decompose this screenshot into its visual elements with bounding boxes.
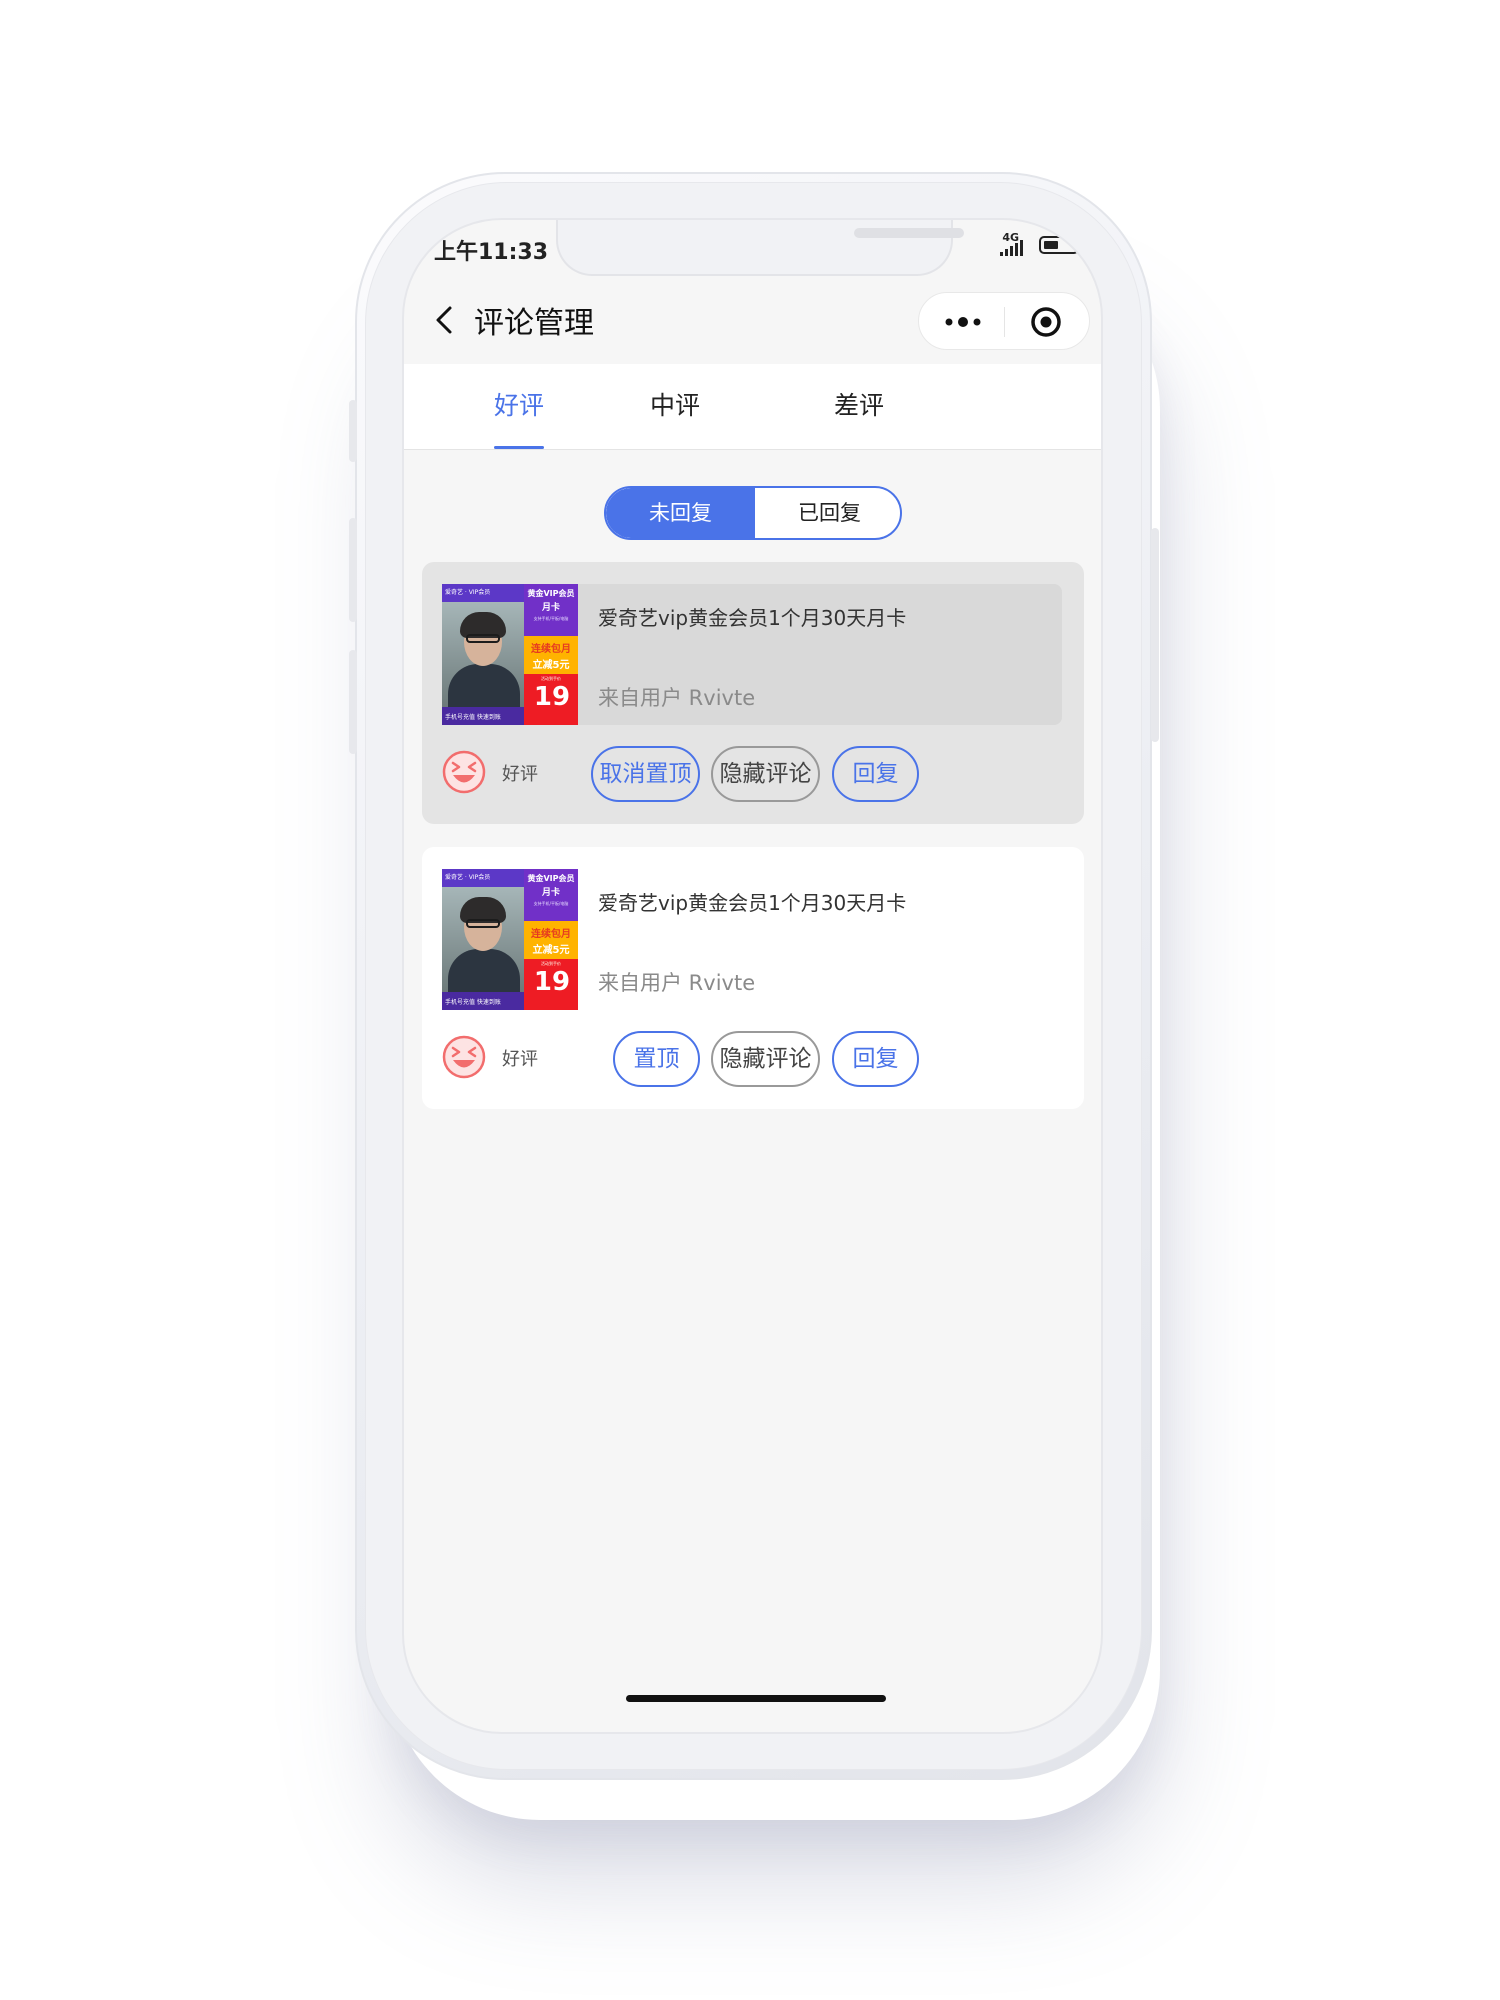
capsule-divider (1004, 307, 1005, 337)
thumb-photo (442, 602, 524, 714)
tab-good[interactable]: 好评 (459, 386, 579, 422)
thumb-deal-2: 立减5元 (532, 945, 570, 956)
side-button-volume-down (349, 650, 357, 754)
thumb-promo-title: 黄金VIP会员 (527, 874, 575, 883)
thumb-brand: 爱奇艺 · VIP会员 (445, 589, 491, 596)
home-indicator (626, 1695, 886, 1702)
segment-replied[interactable]: 已回复 (755, 488, 900, 538)
pin-button[interactable]: 置顶 (613, 1031, 700, 1087)
thumb-promo-title: 黄金VIP会员 (527, 589, 575, 598)
back-icon[interactable] (428, 302, 464, 338)
product-info[interactable]: 爱奇艺 · VIP会员 手机号充值 快速到账 黄金VIP会员 月卡 支持手机/平… (442, 584, 1062, 725)
thumb-deal-1: 连续包月 (531, 929, 571, 940)
more-icon[interactable] (941, 311, 985, 333)
close-target-icon[interactable] (1029, 305, 1063, 339)
thumb-promo-devices: 支持手机/平板/电脑 (533, 901, 569, 906)
notch (556, 220, 964, 276)
laughing-face-icon (442, 750, 486, 794)
page-title: 评论管理 (474, 306, 594, 341)
product-title: 爱奇艺vip黄金会员1个月30天月卡 (598, 606, 907, 630)
speaker (854, 228, 964, 238)
thumb-price: 19 (533, 682, 571, 712)
rating-label: 好评 (502, 1049, 538, 1070)
comment-card: 爱奇艺 · VIP会员 手机号充值 快速到账 黄金VIP会员 月卡 支持手机/平… (422, 562, 1084, 824)
tab-active-indicator (494, 446, 544, 449)
comment-user: 来自用户 Rvivte (598, 686, 756, 710)
status-time: 上午11:33 (434, 240, 549, 265)
product-info[interactable]: 爱奇艺 · VIP会员 手机号充值 快速到账 黄金VIP会员 月卡 支持手机/平… (442, 869, 1062, 1010)
thumb-photo (442, 887, 524, 999)
rating-label: 好评 (502, 764, 538, 785)
segment-unreplied[interactable]: 未回复 (606, 488, 755, 538)
phone-screen: 上午11:33 4G 评论管理 好评 中评 差评 未回复 已回复 爱奇艺 · V… (402, 218, 1103, 1734)
reply-button[interactable]: 回复 (832, 1031, 919, 1087)
hide-comment-button[interactable]: 隐藏评论 (711, 746, 820, 802)
side-button-mute (349, 400, 357, 462)
mini-program-capsule (918, 292, 1090, 350)
battery-icon (1039, 236, 1083, 254)
navbar: 评论管理 (404, 284, 1101, 364)
product-thumbnail: 爱奇艺 · VIP会员 手机号充值 快速到账 黄金VIP会员 月卡 支持手机/平… (442, 869, 578, 1010)
thumb-promo-sub: 月卡 (541, 603, 560, 613)
product-title: 爱奇艺vip黄金会员1个月30天月卡 (598, 891, 907, 915)
thumb-promo-sub: 月卡 (541, 888, 560, 898)
comment-user: 来自用户 Rvivte (598, 971, 756, 995)
side-button-volume-up (349, 518, 357, 622)
thumb-price: 19 (533, 967, 571, 997)
thumb-bottom-text: 手机号充值 快速到账 (445, 714, 501, 721)
side-button-power (1151, 528, 1159, 742)
hide-comment-button[interactable]: 隐藏评论 (711, 1031, 820, 1087)
reply-status-segment: 未回复 已回复 (604, 486, 902, 540)
reply-button[interactable]: 回复 (832, 746, 919, 802)
thumb-bottom-text: 手机号充值 快速到账 (445, 999, 501, 1006)
rating-tabs: 好评 中评 差评 (404, 364, 1101, 450)
product-thumbnail: 爱奇艺 · VIP会员 手机号充值 快速到账 黄金VIP会员 月卡 支持手机/平… (442, 584, 578, 725)
tab-bad[interactable]: 差评 (799, 386, 919, 422)
thumb-deal-2: 立减5元 (532, 660, 570, 671)
laughing-face-icon (442, 1035, 486, 1079)
thumb-promo-devices: 支持手机/平板/电脑 (533, 616, 569, 621)
tab-neutral[interactable]: 中评 (615, 386, 735, 422)
unpin-button[interactable]: 取消置顶 (591, 746, 700, 802)
comment-card: 爱奇艺 · VIP会员 手机号充值 快速到账 黄金VIP会员 月卡 支持手机/平… (422, 847, 1084, 1109)
thumb-brand: 爱奇艺 · VIP会员 (445, 874, 491, 881)
thumb-deal-1: 连续包月 (531, 644, 571, 655)
signal-icon (1000, 240, 1023, 256)
